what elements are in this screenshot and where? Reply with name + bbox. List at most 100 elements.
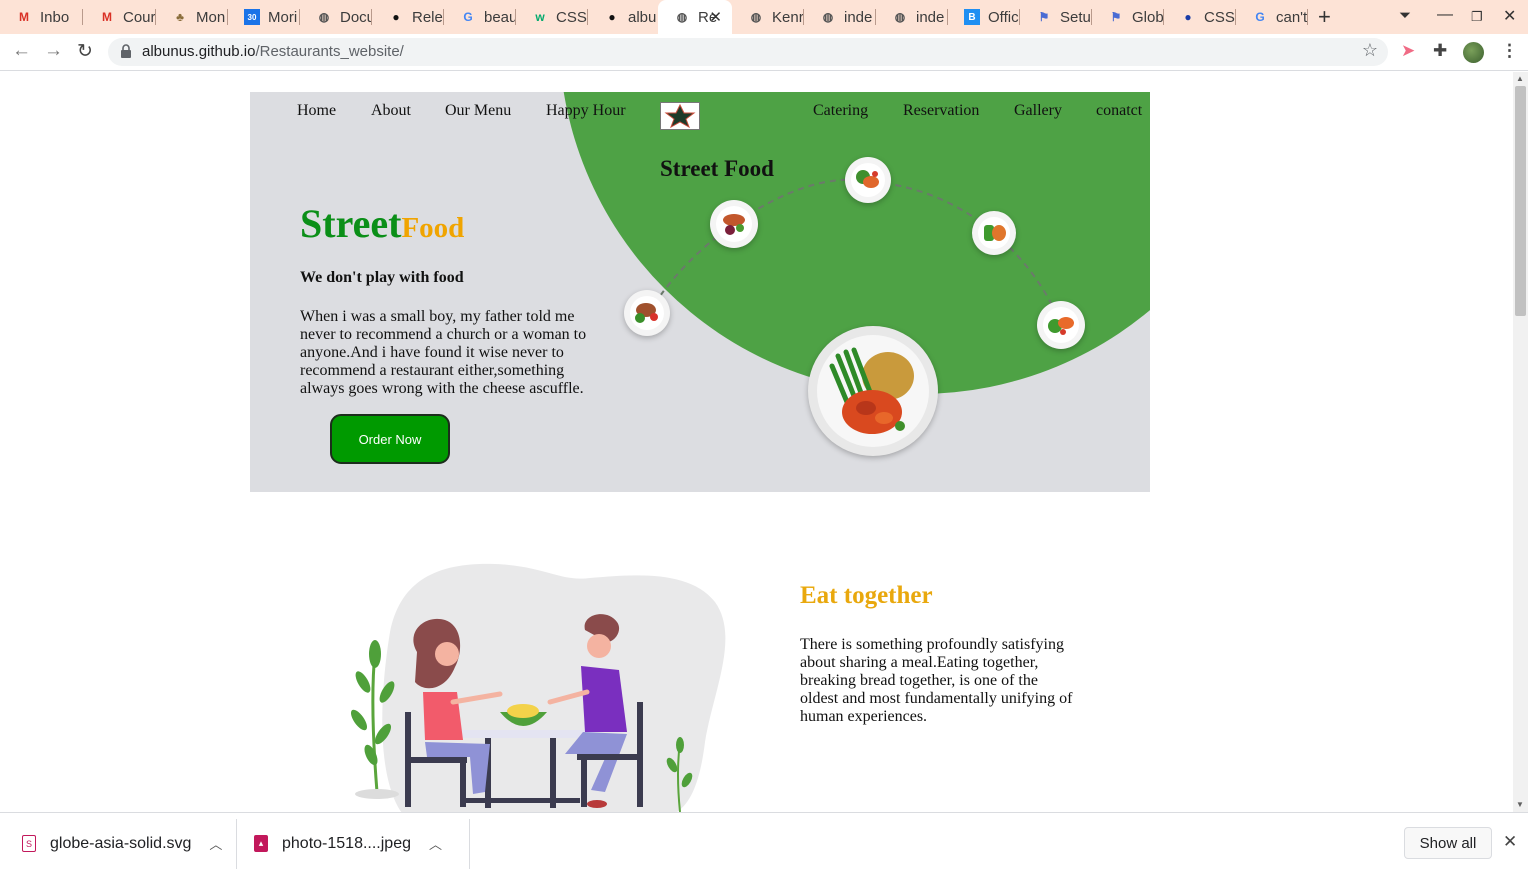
browser-tab[interactable]: ◍ inde [876, 0, 948, 34]
tab-search-icon[interactable]: ⏷ [1399, 7, 1411, 24]
forward-icon[interactable]: → [44, 40, 63, 62]
tab-title: Inbo [40, 8, 70, 26]
browser-tab[interactable]: ♣ Mon [156, 0, 228, 34]
browser-toolbar: ← → ↻ albunus.github.io/Restaurants_webs… [0, 34, 1528, 71]
minimize-icon[interactable]: — [1437, 6, 1453, 24]
calendar-icon: 30 [244, 9, 260, 25]
browser-tab[interactable]: M Inbo [0, 0, 83, 34]
browser-tab[interactable]: M Cour [83, 0, 156, 34]
close-downloads-icon[interactable]: ✕ [1503, 832, 1517, 852]
address-bar[interactable]: albunus.github.io/Restaurants_website/ ☆ [108, 38, 1388, 66]
tab-strip: M Inbo M Cour ♣ Mon 30 Mori ◍ Docu ● Rel… [0, 0, 1528, 34]
download-filename: photo-1518....jpeg [282, 834, 411, 852]
tab-title: Glob [1132, 8, 1164, 26]
browser-tab[interactable]: ● albu [588, 0, 658, 34]
browser-tab[interactable]: w CSS ( [516, 0, 588, 34]
show-all-button[interactable]: Show all [1404, 827, 1492, 859]
lock-icon [121, 44, 131, 58]
couple-eating-illustration [350, 563, 726, 812]
url-text: albunus.github.io/Restaurants_website/ [142, 43, 404, 60]
tab-title: Offic [988, 8, 1019, 26]
tab-title: CSS ( [1204, 8, 1236, 26]
section-description: There is something profoundly satisfying… [800, 636, 1073, 725]
scroll-down-icon[interactable]: ▼ [1516, 800, 1524, 809]
download-item[interactable]: ▴ photo-1518....jpeg ︿ [254, 813, 442, 874]
tab-title: can't [1276, 8, 1308, 26]
back-icon[interactable]: ← [12, 40, 31, 62]
tree-icon: ♣ [176, 10, 184, 24]
tab-title: Mori [268, 8, 298, 26]
restore-icon[interactable]: ❐ [1471, 9, 1483, 25]
window-close-icon[interactable]: ✕ [1503, 6, 1516, 26]
gmail-icon: M [102, 10, 112, 24]
bookmark-star-icon[interactable]: ☆ [1362, 40, 1378, 61]
tab-title: albu [628, 8, 657, 26]
hero-section: Home About Our Menu Happy Hour Catering … [250, 92, 1150, 492]
tab-title: inde [916, 8, 945, 26]
gmail-icon: M [19, 10, 29, 24]
browser-tab-active[interactable]: ◍ Re ✕ [658, 0, 732, 34]
tab-title: Docu [340, 8, 372, 26]
section-title: Eat together [800, 582, 933, 609]
browser-tab[interactable]: B Offic [948, 0, 1020, 34]
tab-title: Rele [412, 8, 443, 26]
tab-title: Kenr [772, 8, 804, 26]
tab-title: Setu [1060, 8, 1091, 26]
globe-icon: ◍ [822, 10, 834, 24]
globe-icon: ◍ [676, 10, 688, 24]
main-dish-plate-image [808, 326, 938, 456]
menu-kebab-icon[interactable]: ⋮ [1501, 41, 1518, 61]
browser-tab[interactable]: 30 Mori [228, 0, 300, 34]
browser-tab[interactable]: ⚑ Glob [1092, 0, 1164, 34]
downloads-bar: S globe-asia-solid.svg ︿ ▴ photo-1518...… [0, 812, 1528, 873]
flag-icon: ⚑ [1038, 10, 1050, 24]
tab-title: beau [484, 8, 516, 26]
tab-title: Cour [123, 8, 156, 26]
globe-icon: ◍ [318, 10, 330, 24]
w3schools-icon: w [535, 10, 545, 24]
new-tab-icon[interactable]: + [1318, 4, 1331, 30]
browser-tab[interactable]: ● CSS ( [1164, 0, 1236, 34]
vertical-scrollbar[interactable]: ▲ ▼ [1513, 72, 1528, 812]
circle-icon: ● [1184, 10, 1192, 24]
google-icon: G [463, 10, 473, 24]
close-tab-icon[interactable]: ✕ [709, 8, 722, 26]
browser-tab[interactable]: ◍ inde [804, 0, 876, 34]
image-file-icon: ▴ [254, 835, 268, 852]
svg-file-icon: S [22, 835, 36, 852]
reload-icon[interactable]: ↻ [77, 40, 93, 63]
food-plate-image [845, 157, 891, 203]
github-icon: ● [392, 10, 400, 24]
download-item[interactable]: S globe-asia-solid.svg ︿ [22, 813, 222, 874]
chevron-up-icon[interactable]: ︿ [429, 834, 442, 853]
extension-cast-icon[interactable]: ➤ [1401, 41, 1415, 61]
browser-tab[interactable]: ● Rele [372, 0, 444, 34]
tab-title: CSS ( [556, 8, 588, 26]
browser-tab[interactable]: ◍ Kenr [732, 0, 804, 34]
food-plate-image [624, 290, 670, 336]
download-filename: globe-asia-solid.svg [50, 834, 192, 852]
github-icon: ● [608, 10, 616, 24]
globe-icon: ◍ [750, 10, 762, 24]
scrollbar-thumb[interactable] [1515, 86, 1526, 316]
browser-tab[interactable]: ◍ Docu [300, 0, 372, 34]
food-plate-image [710, 200, 758, 248]
browser-tab[interactable]: G can't [1236, 0, 1308, 34]
page-viewport: Home About Our Menu Happy Hour Catering … [0, 72, 1513, 812]
tab-title: Mon [196, 8, 226, 26]
chevron-up-icon[interactable]: ︿ [209, 834, 222, 853]
browser-tab[interactable]: G beau [444, 0, 516, 34]
extensions-puzzle-icon[interactable]: ✚ [1433, 41, 1447, 61]
globe-icon: ◍ [894, 10, 906, 24]
browser-tab[interactable]: ⚑ Setu [1020, 0, 1092, 34]
food-plate-image [972, 211, 1016, 255]
bootstrap-icon: B [964, 9, 980, 25]
profile-avatar[interactable] [1463, 42, 1484, 63]
scroll-up-icon[interactable]: ▲ [1516, 74, 1524, 83]
plates-arc-path [647, 178, 1062, 326]
tab-title: inde [844, 8, 873, 26]
eat-together-section: Eat together There is something profound… [250, 542, 1150, 812]
google-icon: G [1255, 10, 1265, 24]
food-plate-image [1037, 301, 1085, 349]
flag-icon: ⚑ [1110, 10, 1122, 24]
